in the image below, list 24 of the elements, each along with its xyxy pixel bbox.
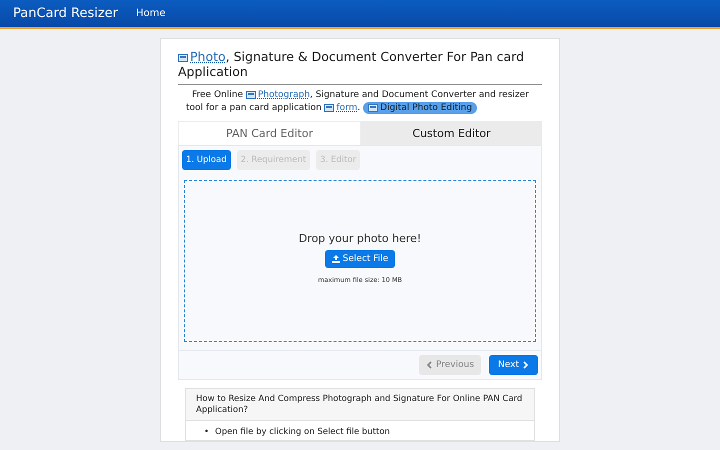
image-icon	[178, 54, 188, 62]
intro-text: Free Online Photograph, Signature and Document Converter and resizer tool for a pan card application form. Digital Photo Editing	[185, 89, 530, 116]
image-icon	[368, 104, 378, 112]
brand-name: PanCard Resizer	[13, 6, 118, 21]
heading-link[interactable]: Photo	[190, 49, 226, 64]
intro-link[interactable]: form	[336, 103, 358, 114]
drop-prompt: Drop your photo here!	[298, 232, 422, 246]
image-icon	[324, 104, 334, 112]
select-file-button[interactable]: Select File	[324, 250, 396, 268]
chevron-right-icon	[522, 361, 529, 370]
howto-title: How to Resize And Compress Photograph and Signature For Online PAN Card Application?	[186, 389, 534, 422]
bullet: •	[204, 427, 210, 438]
nav-link[interactable]: Home	[136, 8, 166, 19]
upload-icon	[332, 255, 340, 264]
editor-tab[interactable]: Custom Editor	[361, 121, 542, 146]
step-tab[interactable]: 1. Upload	[182, 150, 231, 170]
chevron-left-icon	[426, 361, 433, 370]
image-icon	[246, 90, 256, 99]
intro-link[interactable]: Photograph	[258, 90, 310, 100]
next-button[interactable]: Next	[489, 355, 538, 376]
tag-badge[interactable]: Digital Photo Editing	[363, 102, 478, 114]
page-heading: Photo, Signature & Document Converter For Pan card Application	[178, 49, 542, 85]
howto-step: Open file by clicking on Select file button	[215, 427, 390, 438]
editor-tab[interactable]: PAN Card Editor	[178, 121, 361, 146]
